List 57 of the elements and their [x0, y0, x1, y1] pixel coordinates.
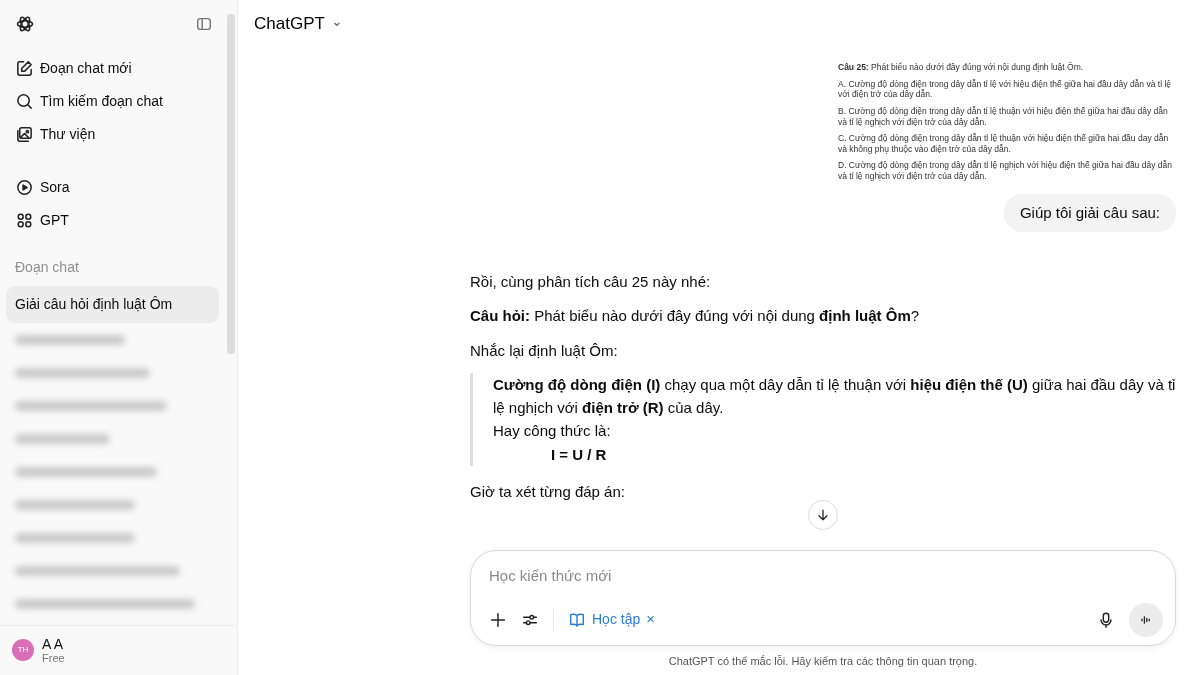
voice-mode-button[interactable] [1129, 602, 1163, 637]
add-button[interactable] [489, 610, 507, 629]
nav-item[interactable]: GPT [6, 204, 219, 237]
plus-icon [489, 610, 507, 629]
screenshot-text: Câu 25: Phát biểu nào dưới đây đúng với nội dung định luật Ôm. [838, 62, 1085, 73]
blurred-chat-item[interactable] [15, 565, 180, 576]
nav-item[interactable]: Thư viện [6, 118, 219, 151]
blurred-chat-item[interactable] [15, 466, 157, 477]
scroll-down-button[interactable] [808, 500, 838, 530]
user-name: A A [42, 636, 65, 652]
nav-item[interactable]: Tìm kiếm đoạn chat [6, 85, 219, 118]
microphone-button[interactable] [1097, 610, 1115, 629]
model-selector[interactable]: ChatGPT ⌄ [254, 11, 343, 37]
formula: I = U / R [550, 444, 608, 465]
nav-item[interactable]: Đoạn chat mới [6, 52, 219, 85]
chat-item[interactable]: Giải câu hỏi định luật Ôm [6, 286, 219, 323]
answer-paragraph: Câu hỏi: Phát biểu nào dưới đây đúng với nội dung định luật Ôm? [470, 306, 921, 327]
search-icon [15, 92, 34, 111]
section-title: Đoạn chat [14, 258, 80, 277]
arrow-down-icon [815, 507, 831, 523]
composer-box[interactable]: Học kiến thức mới Học tập × [470, 549, 1176, 646]
screenshot-text: B. Cường độ dòng điện trong dây dẫn tỉ lệ thuận với hiệu điện thế giữa hai đầu dây dẫn và tỉ lệ nghịch với điện trở của dây dẫn. [838, 105, 1169, 128]
blurred-chat-item[interactable] [15, 598, 195, 609]
blurred-chat-item[interactable] [15, 532, 135, 543]
study-tool-chip[interactable]: Học tập × [553, 608, 655, 631]
user-plan: Free [42, 651, 65, 664]
disclaimer-text: ChatGPT có thể mắc lỗi. Hãy kiểm tra các thông tin quan trọng. [667, 653, 979, 669]
nav-item[interactable]: Sora [6, 171, 219, 204]
scrollbar[interactable] [227, 14, 235, 354]
nav-label: Đoạn chat mới [40, 59, 132, 78]
logo-icon [15, 14, 35, 34]
images-icon [15, 125, 34, 144]
answer-paragraph: Nhắc lại định luật Ôm: [470, 340, 619, 361]
sidebar-toggle-button[interactable] [195, 15, 213, 33]
quote-text: Hay công thức là: [493, 421, 612, 442]
grid-icon [15, 211, 34, 230]
blurred-chat-item[interactable] [15, 400, 167, 411]
user-message: Giúp tôi giải câu sau: [1003, 193, 1176, 233]
screenshot-text: D. Cường độ dòng điện trong dây dẫn tỉ lệ nghịch với hiệu điện thế giữa hai đầu dây dẫn và tỉ lệ nghịch với điện trở của dây dẫn. [838, 160, 1173, 182]
blurred-chat-item[interactable] [15, 334, 125, 345]
answer-paragraph: Rồi, cùng phân tích câu 25 này nhé: [470, 272, 712, 293]
blurred-chat-item[interactable] [15, 499, 135, 510]
screenshot-text: C. Cường độ dòng điện trong dây dẫn tỉ lệ thuận với hiệu điện thế giữa hai đầu day dẫn và không phụ thuộc vào điện trở của dây dẫn. [838, 133, 1170, 155]
microphone-icon [1097, 610, 1115, 629]
nav-label: Sora [40, 178, 70, 197]
pencil-square-icon [15, 59, 34, 78]
screenshot-text: A. Cường độ dòng điện trong dây dẫn tỉ lệ với hiệu điện thế giữa hai đầu dây dẫn và tỉ lệ với điện trở của dây dẫn. [838, 78, 1172, 100]
blurred-chat-item[interactable] [15, 433, 110, 444]
blurred-chat-item[interactable] [15, 367, 150, 378]
nav-label: Tìm kiếm đoạn chat [40, 92, 163, 111]
play-circle-icon [15, 178, 34, 197]
answer-paragraph: Giờ ta xét từng đáp án: [470, 481, 626, 502]
quote-text: Cường độ dòng điện (I) chạy qua một dây dẫn tỉ lệ thuận với hiệu điện thế (U) giữa hai đầu dây và tỉ lệ nghịch với điện trở (R) của dây. [493, 374, 1176, 419]
nav-label: Thư viện [40, 125, 96, 144]
nav-label: GPT [40, 211, 69, 230]
remove-tool-button[interactable]: × [646, 608, 655, 631]
sidebar-icon [195, 15, 213, 33]
